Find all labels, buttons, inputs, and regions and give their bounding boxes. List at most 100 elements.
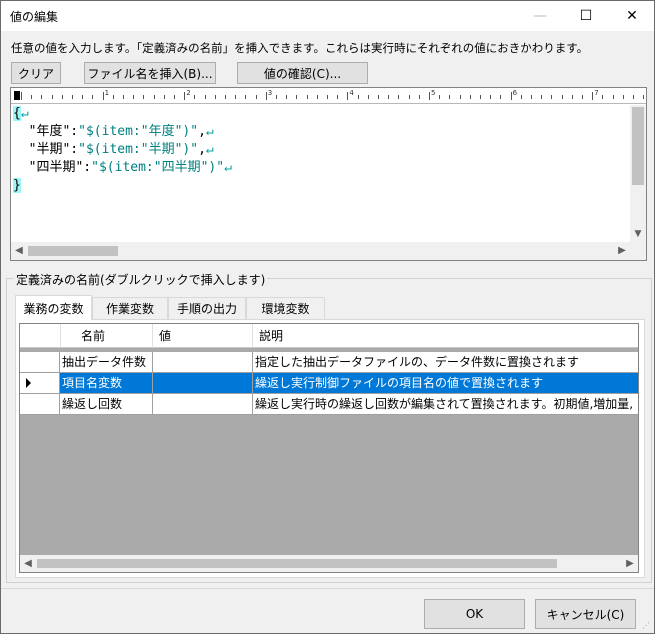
scroll-thumb[interactable] (28, 246, 118, 256)
row-header[interactable] (20, 352, 60, 373)
current-row-pointer-icon (26, 378, 31, 388)
ruler-tick (296, 95, 298, 99)
resize-grip-icon[interactable]: ⋰ (642, 621, 652, 631)
code-line: "年度":"$(item:"年度")",↵ (13, 123, 628, 141)
maximize-icon: ☐ (579, 8, 593, 24)
ruler-tick (235, 95, 237, 99)
code-line: } (13, 177, 628, 195)
editor-vertical-scrollbar[interactable]: ▼ (630, 105, 646, 242)
close-icon: ✕ (626, 8, 638, 24)
ruler-tick (225, 95, 226, 99)
ruler-tick (388, 95, 390, 99)
scroll-down-icon[interactable]: ▼ (630, 226, 646, 242)
tab-environment-variables[interactable]: 環境変数 (246, 297, 325, 319)
ruler-tick (337, 95, 339, 99)
ruler-number: 4 (349, 89, 354, 97)
scroll-thumb[interactable] (632, 107, 644, 185)
json-value: "$(item:"四半期")" (91, 160, 225, 175)
cell-name[interactable]: 抽出データ件数 (60, 352, 153, 373)
ruler-tick (41, 95, 43, 99)
ruler-tick (133, 95, 135, 99)
minimize-button[interactable]: — (517, 1, 563, 31)
close-button[interactable]: ✕ (609, 1, 655, 31)
ruler-number: 5 (431, 89, 436, 97)
close-brace: } (13, 178, 21, 193)
ruler-tick (347, 92, 349, 100)
ruler-tick (398, 95, 400, 99)
code-line: "半期":"$(item:"半期")",↵ (13, 141, 628, 159)
json-key: "半期": (13, 142, 79, 157)
cell-value[interactable] (153, 394, 253, 415)
column-header-name[interactable]: 名前 (61, 324, 153, 348)
value-editor[interactable]: 1234567 {↵ "年度":"$(item:"年度")",↵ "半期":"$… (10, 87, 647, 261)
ruler-tick (184, 92, 186, 100)
ruler-tick (490, 95, 492, 99)
cell-description[interactable]: 指定した抽出データファイルの、データ件数に置換されます (253, 352, 638, 373)
ruler-tick (316, 95, 318, 99)
title-bar[interactable]: 値の編集 — ☐ ✕ (1, 1, 654, 31)
scrollbar-corner (630, 242, 646, 260)
ruler-tick (500, 95, 502, 99)
cell-name[interactable]: 繰返し回数 (60, 394, 153, 415)
cell-description[interactable]: 繰返し実行制御ファイルの項目名の値で置換されます (253, 373, 638, 394)
ruler-tick (265, 92, 267, 100)
cell-name[interactable]: 項目名変数 (60, 373, 153, 394)
minimize-icon: — (533, 8, 547, 24)
ruler-tick (194, 95, 196, 99)
ruler-tick (51, 95, 53, 99)
ruler-tick (153, 95, 155, 99)
scroll-right-icon[interactable]: ▶ (622, 555, 638, 572)
ruler-tick (520, 95, 522, 99)
ruler-tick (561, 95, 563, 99)
tab-business-variables[interactable]: 業務の変数 (15, 295, 92, 320)
editor-horizontal-scrollbar[interactable]: ◀ ▶ (11, 242, 630, 260)
ruler-tick (571, 95, 573, 99)
instruction-text: 任意の値を入力します。「定義済みの名前」を挿入できます。これらは実行時にそれぞれ… (11, 41, 589, 55)
ruler-tick (327, 95, 328, 99)
insert-file-name-button[interactable]: ファイル名を挿入(B)... (84, 62, 216, 84)
tab-step-output[interactable]: 手順の出力 (168, 297, 246, 319)
scroll-left-icon[interactable]: ◀ (11, 242, 27, 260)
maximize-button[interactable]: ☐ (563, 1, 609, 31)
ruler-tick (480, 95, 481, 99)
scroll-thumb[interactable] (37, 559, 557, 568)
grid-horizontal-scrollbar[interactable]: ◀ ▶ (20, 555, 638, 572)
ruler-tick (531, 95, 532, 99)
scroll-right-icon[interactable]: ▶ (614, 242, 630, 260)
ruler-tick (602, 95, 604, 99)
cell-value[interactable] (153, 352, 253, 373)
row-header-corner (20, 324, 61, 348)
json-key: "年度": (13, 124, 79, 139)
scroll-left-icon[interactable]: ◀ (20, 555, 36, 572)
ruler-tick (633, 95, 634, 99)
names-grid[interactable]: 名前 値 説明 抽出データ件数 指定した抽出データファイルの、データ件数に置換さ… (19, 323, 639, 573)
ok-button[interactable]: OK (424, 599, 525, 629)
column-header-description[interactable]: 説明 (253, 324, 638, 348)
ruler-tick (449, 95, 451, 99)
tab-work-variables[interactable]: 作業変数 (92, 297, 168, 319)
ruler-tick (61, 95, 63, 99)
ruler-tick (245, 95, 247, 99)
json-comma: , (198, 124, 206, 139)
ruler-tick (367, 95, 369, 99)
return-mark-icon: ↵ (205, 142, 214, 157)
window-title: 値の編集 (10, 10, 59, 24)
clear-button[interactable]: クリア (11, 62, 61, 84)
ruler-cursor-marker (14, 91, 20, 100)
ruler-tick (112, 95, 114, 99)
code-area[interactable]: {↵ "年度":"$(item:"年度")",↵ "半期":"$(item:"半… (13, 105, 628, 241)
cancel-button[interactable]: キャンセル(C) (535, 599, 636, 629)
ruler-tick (72, 95, 73, 99)
ruler-tick (204, 95, 206, 99)
cell-description[interactable]: 繰返し実行時の繰返し回数が編集されて置換されます。初期値,増加量, (253, 394, 638, 415)
json-comma: , (198, 142, 206, 157)
ruler-tick (439, 95, 441, 99)
ruler-tick (459, 95, 461, 99)
column-header-value[interactable]: 値 (153, 324, 253, 348)
row-header[interactable] (20, 394, 60, 415)
ruler-tick (469, 95, 471, 99)
row-header[interactable] (20, 373, 60, 394)
check-value-button[interactable]: 値の確認(C)... (237, 62, 368, 84)
cell-value[interactable] (153, 373, 253, 394)
ruler-tick (551, 95, 553, 99)
